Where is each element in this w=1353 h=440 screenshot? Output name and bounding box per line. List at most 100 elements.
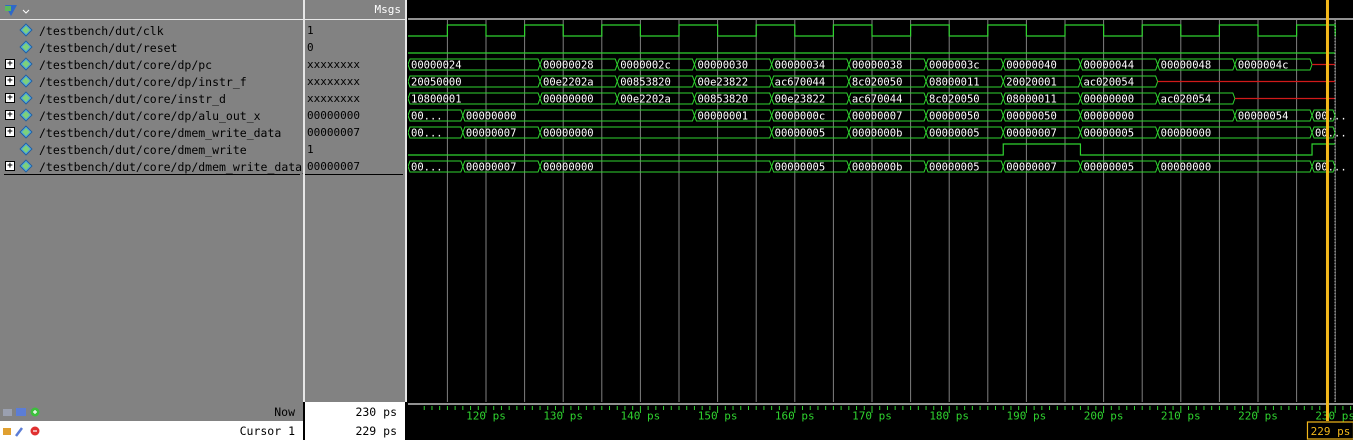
bus-value-label: 00e23822 xyxy=(775,94,826,106)
bus-value-label: 00853820 xyxy=(697,94,748,106)
bus-value-label: 00000000 xyxy=(1083,111,1134,123)
bus-value-label: 00... xyxy=(1315,128,1347,140)
bus-value-label: 00000005 xyxy=(775,128,826,140)
signal-name: /testbench/dut/clk xyxy=(39,24,164,38)
signal-name: /testbench/dut/core/dmem_write_data xyxy=(39,126,282,140)
signal-value: xxxxxxxx xyxy=(307,58,360,71)
bus-value-label: 00e23822 xyxy=(697,77,748,89)
ruler-tick-label: 210 ps xyxy=(1161,410,1201,423)
signal-diamond-icon xyxy=(19,91,33,105)
cursor-toolbar-icons[interactable] xyxy=(2,424,46,438)
bus-value-label: 00000007 xyxy=(852,111,903,123)
bus-value-label: 0000003c xyxy=(929,60,980,72)
ruler-tick-label: 140 ps xyxy=(621,410,661,423)
signal-row[interactable]: + /testbench/dut/core/dp/alu_out_x xyxy=(0,107,303,124)
wave-toolbar-icon[interactable] xyxy=(2,2,30,18)
signal-name: /testbench/dut/core/dp/instr_f xyxy=(39,75,247,89)
signal-row[interactable]: + /testbench/dut/core/dp/pc xyxy=(0,56,303,73)
bus-value-label: 00000005 xyxy=(929,162,980,174)
bus-value-label: 00000000 xyxy=(543,94,594,106)
signal-diamond-icon xyxy=(19,142,33,156)
expand-plus-icon[interactable]: + xyxy=(5,59,15,69)
signal-row[interactable]: /testbench/dut/core/dmem_write xyxy=(0,141,303,158)
bus-value-label: 00000000 xyxy=(543,128,594,140)
bus-value-label: 00000005 xyxy=(775,162,826,174)
bus-value-label: 0000000b xyxy=(852,162,903,174)
bus-value-label: 00000000 xyxy=(466,111,517,123)
bus-value-label: 00000000 xyxy=(1161,128,1212,140)
ruler-tick-label: 150 ps xyxy=(698,410,738,423)
now-toolbar-icons[interactable] xyxy=(2,405,46,419)
signal-name: /testbench/dut/core/dp/dmem_write_data_m xyxy=(39,160,316,174)
ruler-tick-label: 130 ps xyxy=(543,410,583,423)
bus-value-label: 0000000b xyxy=(852,128,903,140)
bus-value-label: 08000011 xyxy=(1006,94,1057,106)
pane-divider-2[interactable] xyxy=(405,0,407,440)
signal-row[interactable]: + /testbench/dut/core/dp/dmem_write_data_… xyxy=(0,158,316,175)
ruler-tick-label: 220 ps xyxy=(1238,410,1278,423)
signal-row[interactable]: /testbench/dut/reset xyxy=(0,39,303,56)
ruler-tick-label: 200 ps xyxy=(1084,410,1124,423)
signal-value: xxxxxxxx xyxy=(307,75,360,88)
cursor-value-box[interactable]: 229 ps xyxy=(305,421,405,440)
signal-row[interactable]: + /testbench/dut/core/dmem_write_data xyxy=(0,124,303,141)
expand-plus-icon[interactable]: + xyxy=(5,110,15,120)
signal-row[interactable]: /testbench/dut/clk xyxy=(0,22,303,39)
status-area: Now 230 ps Cursor 1 229 ps 120 ps 130 ps 1… xyxy=(0,402,1353,440)
bus-value-label: 00000005 xyxy=(1083,128,1134,140)
bus-value-label: 00000048 xyxy=(1161,60,1212,72)
bus-value-label: 00... xyxy=(1315,111,1347,123)
bus-value-label: 00000007 xyxy=(1006,128,1057,140)
bus-value-label: 00e2202a xyxy=(543,77,594,89)
bus-value-label: 00... xyxy=(1315,162,1347,174)
cursor-value: 229 ps xyxy=(355,424,397,438)
bus-value-label: 00000005 xyxy=(1083,162,1134,174)
cursor-row: Cursor 1 xyxy=(0,421,303,440)
bus-value-label: 10800001 xyxy=(411,94,462,106)
bus-value-label: 00000034 xyxy=(775,60,826,72)
bus-value-label: ac670044 xyxy=(852,94,903,106)
now-label: Now xyxy=(274,405,295,419)
bus-value-label: 00000005 xyxy=(929,128,980,140)
now-value-box: 230 ps xyxy=(305,402,405,421)
expand-plus-icon[interactable]: + xyxy=(5,161,15,171)
expand-plus-icon[interactable]: + xyxy=(5,76,15,86)
now-value: 230 ps xyxy=(355,405,397,419)
waveform-pane[interactable]: 00000024 00000028 0000002c 00000030 00000034… xyxy=(407,0,1353,402)
signal-name: /testbench/dut/core/dp/pc xyxy=(39,58,213,72)
bus-value-label: 0000002c xyxy=(620,60,671,72)
bus-value-label: 00000038 xyxy=(852,60,903,72)
now-row: Now xyxy=(0,402,303,421)
signal-row[interactable]: + /testbench/dut/core/dp/instr_f xyxy=(0,73,303,90)
ruler-tick-label: 160 ps xyxy=(775,410,815,423)
bus-value-label: 00000054 xyxy=(1238,111,1289,123)
wave-header-strip xyxy=(408,0,1353,19)
ruler-tick-label: 180 ps xyxy=(929,410,969,423)
names-header xyxy=(0,0,303,20)
signal-row[interactable]: + /testbench/dut/core/instr_d xyxy=(0,90,303,107)
signal-values-pane: Msgs 1 0 xxxxxxxx xxxxxxxx xxxxxxxx 00000000 0… xyxy=(305,0,405,402)
bus-value-label: 00853820 xyxy=(620,77,671,89)
expand-plus-icon[interactable]: + xyxy=(5,93,15,103)
bus-value-label: 00000024 xyxy=(411,60,462,72)
cursor-flag-label: 229 ps xyxy=(1311,425,1351,438)
signal-name: /testbench/dut/reset xyxy=(39,41,178,55)
bus-value-label: 00000028 xyxy=(543,60,594,72)
bus-value-label: 8c020050 xyxy=(852,77,903,89)
signal-names-pane: /testbench/dut/clk/testbench/dut/reset + /… xyxy=(0,0,316,402)
bus-value-label: 00... xyxy=(411,128,443,140)
bus-value-label: 20050000 xyxy=(411,77,462,89)
bus-value-label: 00000050 xyxy=(1006,111,1057,123)
waveform-canvas[interactable]: 00000024 00000028 0000002c 00000030 00000034… xyxy=(407,0,1353,402)
expand-plus-icon[interactable]: + xyxy=(5,127,15,137)
values-header: Msgs xyxy=(305,0,405,20)
value-underline xyxy=(305,174,403,175)
signal-diamond-icon xyxy=(19,40,33,54)
bus-value-label: 00000040 xyxy=(1006,60,1057,72)
clk-waveform xyxy=(408,24,1336,37)
time-ruler[interactable]: 120 ps 130 ps 140 ps 150 ps 160 ps 170 ps 180 … xyxy=(408,402,1353,440)
bus-value-label: 00000000 xyxy=(1161,162,1212,174)
signal-name: /testbench/dut/core/instr_d xyxy=(39,92,226,106)
cursor-label: Cursor 1 xyxy=(239,424,295,438)
bus-value-label: 00000030 xyxy=(697,60,748,72)
